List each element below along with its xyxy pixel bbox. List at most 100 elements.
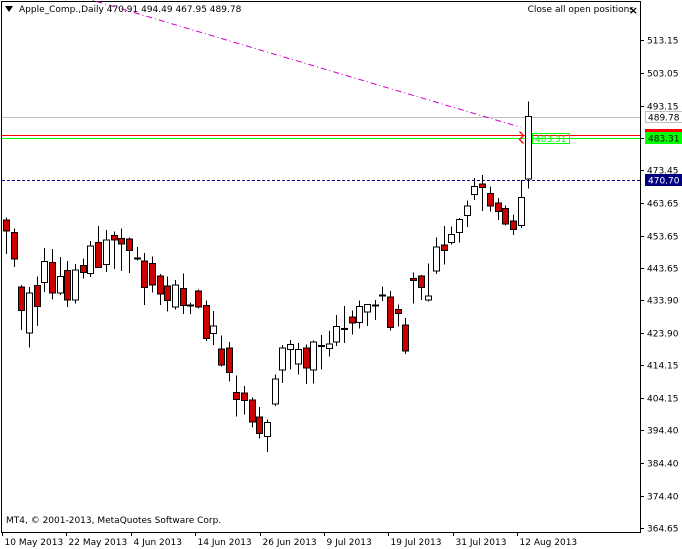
order-marker-label: 483.31: [535, 135, 567, 145]
candle-body[interactable]: [149, 262, 156, 286]
candle-body[interactable]: [387, 296, 394, 328]
candle-body[interactable]: [441, 244, 448, 251]
price-tag-bid: 489.78: [648, 114, 680, 124]
x-tick-label: 4 Jun 2013: [134, 538, 182, 548]
candle-body[interactable]: [241, 392, 248, 401]
candle-body[interactable]: [287, 343, 294, 351]
y-tick-label: 394.40: [647, 427, 679, 437]
candle-body[interactable]: [210, 325, 217, 334]
y-tick-label: 443.65: [647, 265, 679, 275]
candle-body[interactable]: [349, 316, 356, 324]
candle-body[interactable]: [80, 265, 87, 274]
price-level-labels: 489.78484.31483.31470.70: [645, 111, 682, 187]
candle-body[interactable]: [518, 196, 525, 227]
trend-line[interactable]: [0, 0, 521, 128]
candle-body[interactable]: [172, 284, 179, 308]
candle-body[interactable]: [364, 303, 371, 313]
y-tick-label: 404.15: [647, 395, 679, 405]
price-tag-tp: 483.31: [648, 135, 680, 145]
y-tick-label: 423.90: [647, 330, 679, 340]
candle-body[interactable]: [402, 324, 409, 352]
x-tick-label: 9 Jul 2013: [327, 538, 372, 548]
candle-body[interactable]: [279, 347, 286, 371]
candle-body[interactable]: [233, 391, 240, 401]
candles[interactable]: 483.31: [3, 101, 570, 452]
candle-body[interactable]: [18, 286, 25, 312]
candle-body[interactable]: [356, 305, 363, 323]
price-levels: [2, 117, 640, 181]
candle-body[interactable]: [256, 416, 263, 435]
candle-body[interactable]: [295, 348, 302, 365]
candle-body[interactable]: [464, 205, 471, 216]
candle-body[interactable]: [103, 239, 110, 265]
x-tick-label: 12 Aug 2013: [520, 538, 578, 548]
candle-body[interactable]: [471, 186, 478, 195]
time-axis: 10 May 2013 22 May 2013 4 Jun 2013 14 Jun 2…: [2, 532, 578, 548]
candle-body[interactable]: [502, 207, 509, 225]
candle-body[interactable]: [218, 348, 225, 366]
candle-body[interactable]: [11, 232, 18, 260]
close-all-positions-button[interactable]: Close all open positions: [528, 5, 634, 15]
y-tick-label: 453.65: [647, 233, 679, 243]
candle-body[interactable]: [126, 238, 133, 251]
candle-body[interactable]: [64, 270, 71, 301]
candle-body[interactable]: [333, 326, 340, 343]
candle-body[interactable]: [134, 257, 141, 260]
x-tick-label: 31 Jul 2013: [456, 538, 507, 548]
candle-body[interactable]: [34, 284, 41, 308]
candle-body[interactable]: [448, 233, 455, 243]
candle-body[interactable]: [111, 234, 118, 241]
candle-body[interactable]: [26, 292, 33, 334]
y-tick-label: 433.90: [647, 297, 679, 307]
collapse-triangle-icon[interactable]: [5, 6, 13, 12]
candle-body[interactable]: [187, 304, 194, 307]
y-tick-label: 364.65: [647, 525, 679, 535]
candle-body[interactable]: [318, 344, 325, 347]
candle-body[interactable]: [272, 378, 279, 405]
candle-body[interactable]: [525, 116, 532, 180]
candle-body[interactable]: [41, 261, 48, 284]
candle-body[interactable]: [326, 343, 333, 350]
candle-body[interactable]: [433, 246, 440, 272]
order-arrow-icon[interactable]: [518, 131, 525, 144]
candle-body[interactable]: [226, 347, 233, 373]
candle-body[interactable]: [372, 304, 379, 307]
candle-body[interactable]: [57, 275, 64, 294]
candle-body[interactable]: [87, 245, 94, 274]
candle-body[interactable]: [264, 421, 271, 437]
candle-body[interactable]: [72, 269, 79, 301]
candle-body[interactable]: [157, 275, 164, 295]
candle-body[interactable]: [456, 218, 463, 234]
candle-body[interactable]: [310, 341, 317, 371]
candle-body[interactable]: [95, 242, 102, 269]
candle-body[interactable]: [395, 308, 402, 315]
candle-body[interactable]: [164, 285, 171, 301]
candle-body[interactable]: [203, 304, 210, 340]
candle-body[interactable]: [418, 275, 425, 289]
candle-body[interactable]: [249, 399, 256, 423]
candle-body[interactable]: [495, 202, 502, 213]
x-tick-label: 26 Jun 2013: [263, 538, 317, 548]
candle-body[interactable]: [410, 277, 417, 281]
candle-body[interactable]: [487, 193, 494, 207]
candle-body[interactable]: [49, 262, 56, 294]
y-tick-label: 463.65: [647, 200, 679, 210]
y-tick-label: 513.15: [647, 37, 679, 47]
candle-body[interactable]: [341, 327, 348, 330]
close-icon[interactable]: ×: [629, 4, 638, 17]
candle-body[interactable]: [141, 260, 148, 289]
price-chart[interactable]: 483.31 513.15503.05493.15483.35473.45463…: [0, 0, 682, 549]
x-tick-label: 14 Jun 2013: [198, 538, 252, 548]
candle-body[interactable]: [118, 237, 125, 245]
candle-body[interactable]: [303, 347, 310, 369]
candle-body[interactable]: [479, 183, 486, 189]
candle-body[interactable]: [180, 287, 187, 306]
candle-body[interactable]: [3, 219, 10, 232]
candle-body[interactable]: [510, 220, 517, 230]
candle-body[interactable]: [425, 295, 432, 301]
y-tick-label: 414.15: [647, 362, 679, 372]
trend-line-segment[interactable]: [0, 0, 521, 128]
candle-body[interactable]: [379, 294, 386, 297]
candle-body[interactable]: [195, 290, 202, 308]
x-tick-label: 10 May 2013: [5, 538, 64, 548]
